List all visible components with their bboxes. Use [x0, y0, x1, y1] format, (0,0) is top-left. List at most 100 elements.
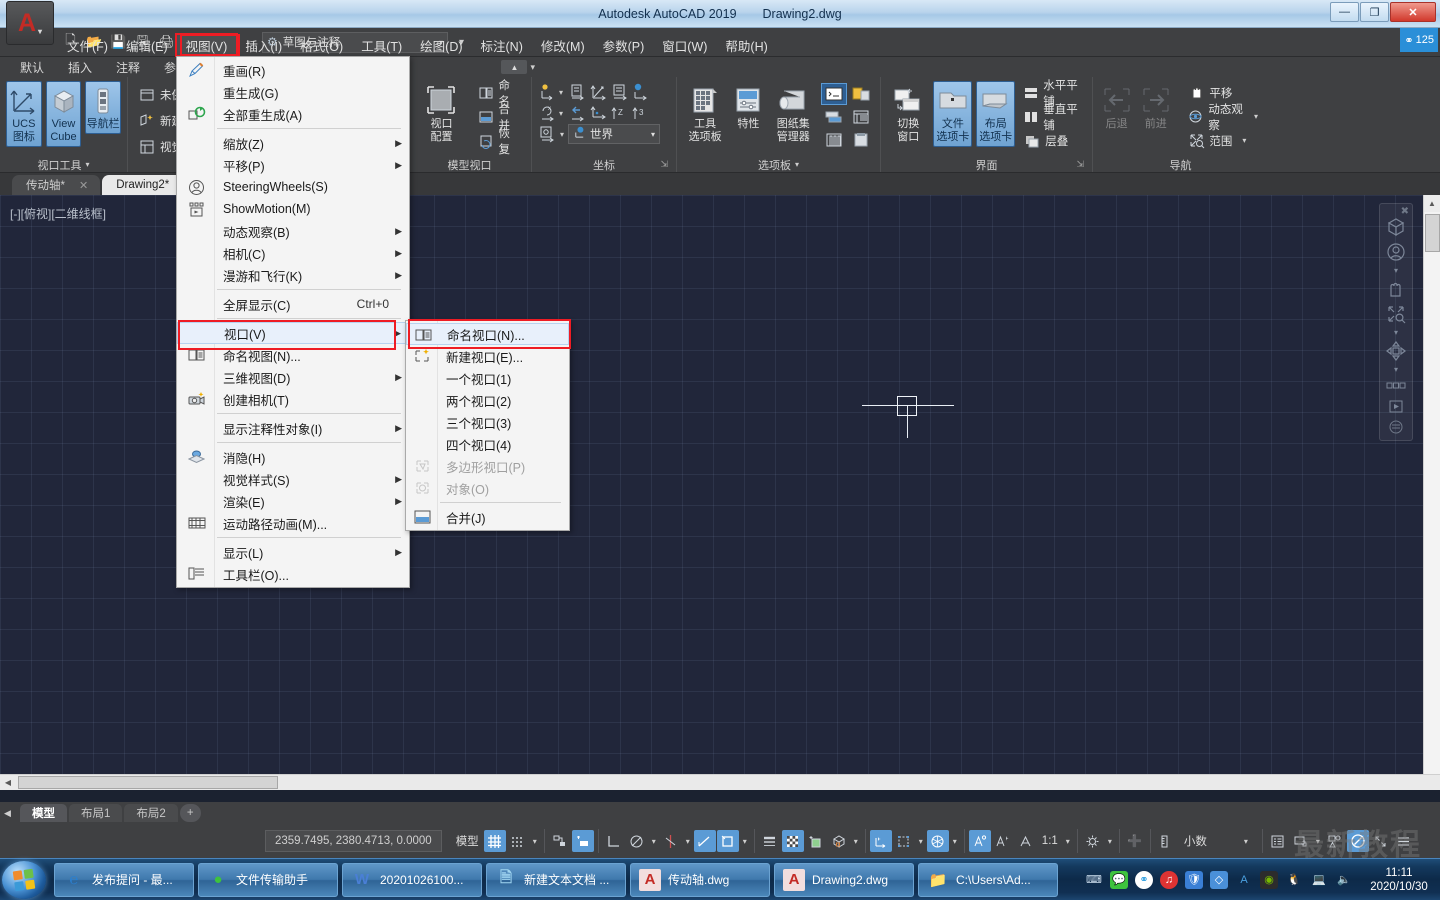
360-icon[interactable]: ⚭ — [1135, 870, 1153, 889]
view-menu-item-21[interactable]: 工具栏(O)... — [177, 563, 409, 585]
ribbon-button-viewport-config[interactable]: 视口 配置 — [414, 81, 469, 147]
scroll-left-icon[interactable]: ◀ — [0, 775, 16, 790]
view-menu-item-12[interactable]: 命名视图(N)... — [177, 344, 409, 366]
infer-constraints-toggle[interactable] — [549, 830, 571, 852]
fullscreen-icon[interactable] — [1370, 830, 1392, 852]
model-space-button[interactable]: 模型 — [452, 830, 483, 852]
ribbon-button-switch-windows[interactable]: 切换 窗口 — [887, 81, 929, 147]
gizmo-toggle[interactable] — [926, 830, 949, 852]
snap-toggle[interactable] — [507, 830, 529, 852]
chevron-down-icon[interactable]: ▾ — [559, 88, 567, 97]
wechat-icon[interactable]: 💬 — [1110, 870, 1128, 889]
ribbon-item-restore-viewport[interactable]: 恢复 — [473, 128, 525, 156]
workspace-switching-icon[interactable] — [1082, 830, 1104, 852]
taskbar-button-2[interactable]: W 20201026100... — [342, 862, 482, 897]
vertical-scroll-thumb[interactable] — [1424, 214, 1440, 252]
menu-item-3[interactable]: 插入(I) — [236, 35, 291, 55]
annotation-visibility-toggle[interactable] — [968, 830, 991, 852]
stack-icon[interactable]: ◇ — [1210, 870, 1228, 889]
ribbon-minimize-icon[interactable]: ▲ — [501, 60, 528, 74]
chevron-down-icon[interactable]: ▾ — [1254, 112, 1258, 121]
chevron-down-icon[interactable]: ▾ — [1383, 266, 1409, 275]
iso-dropdown-icon[interactable]: ▾ — [683, 837, 693, 846]
annotation-scale-icon[interactable] — [1015, 830, 1037, 852]
taskbar-button-3[interactable]: 🗎 新建文本文档 ... — [486, 862, 626, 897]
view-menu-item-7[interactable]: 动态观察(B) ▶ — [177, 220, 409, 242]
chevron-down-icon[interactable]: ▾ — [559, 109, 567, 118]
transparency-toggle[interactable] — [781, 830, 804, 852]
ucs-z-axis-icon[interactable]: Z — [610, 103, 630, 123]
ribbon-item-tile-vertically[interactable]: 垂直平铺 — [1019, 104, 1086, 132]
maximize-button[interactable]: ❐ — [1360, 2, 1389, 22]
selection-filter-dropdown-icon[interactable]: ▾ — [916, 837, 926, 846]
taskbar-clock[interactable]: 11:11 2020/10/30 — [1360, 866, 1434, 894]
scroll-up-icon[interactable]: ▲ — [1423, 195, 1440, 212]
taskbar-button-5[interactable]: A Drawing2.dwg — [774, 862, 914, 897]
taskbar-button-0[interactable]: ℮ 发布提问 - 最... — [54, 862, 194, 897]
ucs-named-icon[interactable] — [610, 82, 630, 102]
ribbon-button-tool-palettes[interactable]: 工具 选项板 — [683, 81, 727, 147]
document-tab-0[interactable]: 传动轴* ✕ — [12, 175, 101, 195]
autodesk-icon[interactable]: A — [1235, 871, 1253, 889]
scale-dropdown-icon[interactable]: ▾ — [1063, 837, 1073, 846]
steeringwheel-icon[interactable] — [1383, 241, 1409, 263]
viewport-submenu-item-1[interactable]: 新建视口(E)... — [406, 345, 569, 367]
panel-dialog-launcher-icon[interactable]: ⇲ — [660, 159, 668, 170]
layer-palette-icon[interactable] — [821, 106, 847, 128]
viewport-submenu-popup[interactable]: 命名视口(N)... 新建视口(E)... 一个视口(1) 两个视口(2) 三个视口(3… — [405, 320, 570, 531]
ribbon-tab-2[interactable]: 注释 — [104, 58, 152, 77]
nvidia-icon[interactable]: ◉ — [1260, 870, 1278, 889]
lineweight-toggle[interactable] — [759, 830, 781, 852]
view-menu-item-17[interactable]: 视觉样式(S) ▶ — [177, 468, 409, 490]
lock-dropdown-icon[interactable]: ▾ — [1313, 837, 1323, 846]
panel-title-palettes[interactable]: 选项板 ▾ — [683, 157, 874, 172]
object-snap-tracking-toggle[interactable] — [716, 830, 739, 852]
design-center-icon[interactable] — [848, 106, 874, 128]
dynamic-input-toggle[interactable] — [571, 830, 594, 852]
view-menu-item-10[interactable]: 全屏显示(C) Ctrl+0 — [177, 293, 409, 315]
close-icon[interactable]: ✕ — [79, 179, 88, 192]
coordinate-display[interactable]: 2359.7495, 2380.4713, 0.0000 — [265, 830, 442, 852]
selection-filter-toggle[interactable] — [893, 830, 915, 852]
view-menu-item-20[interactable]: 显示(L) ▶ — [177, 541, 409, 563]
horizontal-scrollbar[interactable]: ◀ — [0, 774, 1440, 790]
add-separator-icon[interactable]: ➕ — [1124, 830, 1146, 852]
view-menu-item-16[interactable]: 消隐(H) — [177, 446, 409, 468]
layout-scroll-left-icon[interactable]: ◀ — [4, 808, 11, 819]
ucs-world-small-icon[interactable] — [631, 82, 651, 102]
view-menu-item-5[interactable]: SteeringWheels(S) — [177, 176, 409, 198]
quick-calc-icon[interactable] — [848, 83, 874, 105]
vertical-scrollbar[interactable]: ▲ — [1423, 195, 1440, 790]
qq-icon[interactable]: 🐧 — [1285, 871, 1303, 889]
markup-set-manager-icon[interactable] — [848, 129, 874, 151]
viewport-label[interactable]: [-][俯视][二维线框] — [10, 205, 106, 222]
ribbon-button-viewcube[interactable]: View Cube — [45, 81, 82, 147]
osnap-toggle[interactable] — [693, 830, 716, 852]
gizmo-dropdown-icon[interactable]: ▾ — [950, 837, 960, 846]
viewport-submenu-item-0[interactable]: 命名视口(N)... — [406, 323, 569, 345]
isolate-objects-icon[interactable] — [1324, 830, 1346, 852]
isometric-toggle[interactable] — [660, 830, 682, 852]
taskbar-button-6[interactable]: 📁 C:\Users\Ad... — [918, 862, 1058, 897]
menu-item-11[interactable]: 帮助(H) — [716, 35, 776, 55]
chevron-down-icon[interactable]: ▾ — [560, 130, 564, 139]
view-menu-item-11[interactable]: 视口(V) ▶ — [177, 322, 409, 344]
ucs-3point-icon[interactable] — [589, 82, 609, 102]
snap-dropdown-icon[interactable]: ▾ — [530, 837, 540, 846]
ribbon-button-properties[interactable]: 特性 — [731, 81, 765, 134]
ribbon-tab-0[interactable]: 默认 — [8, 58, 56, 77]
view-menu-item-0[interactable]: 重画(R) — [177, 59, 409, 81]
ribbon-button-ucs-icon[interactable]: UCS 图标 — [6, 81, 42, 147]
units-icon[interactable] — [1155, 830, 1177, 852]
view-menu-item-13[interactable]: 三维视图(D) ▶ — [177, 366, 409, 388]
close-button[interactable]: ✕ — [1390, 2, 1436, 22]
view-menu-item-1[interactable]: 重生成(G) — [177, 81, 409, 103]
menu-item-0[interactable]: 文件(F) — [58, 35, 117, 55]
viewport-submenu-item-8[interactable]: 合并(J) — [406, 506, 569, 528]
view-menu-item-2[interactable]: 全部重生成(A) — [177, 103, 409, 125]
menu-item-1[interactable]: 编辑(E) — [117, 35, 177, 55]
application-menu-button[interactable]: A ▾ — [6, 1, 54, 45]
polar-dropdown-icon[interactable]: ▾ — [649, 837, 659, 846]
ucs-origin-icon[interactable] — [538, 82, 558, 102]
ribbon-item-orbit[interactable]: 动态观察 ▾ — [1183, 104, 1262, 132]
